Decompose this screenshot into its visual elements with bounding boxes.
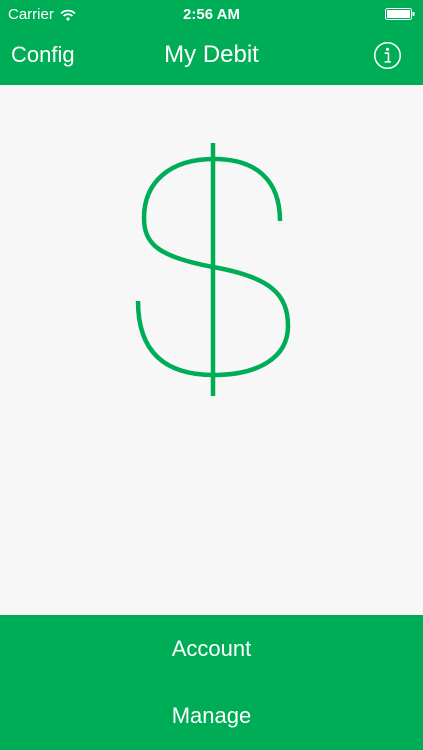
top-bar: Carrier 2:56 AM Config My Debit: [0, 0, 423, 85]
page-title: My Debit: [164, 41, 259, 68]
status-time: 2:56 AM: [183, 6, 240, 23]
status-bar: Carrier 2:56 AM: [0, 0, 423, 28]
battery-icon: [385, 8, 415, 20]
nav-bar: Config My Debit: [0, 28, 423, 85]
info-icon[interactable]: [373, 41, 402, 70]
manage-button[interactable]: Manage: [0, 686, 423, 746]
main-content: [0, 85, 423, 615]
dollar-icon: [135, 143, 291, 396]
account-button[interactable]: Account: [0, 619, 423, 679]
bottom-panel: Account Manage: [0, 615, 423, 750]
